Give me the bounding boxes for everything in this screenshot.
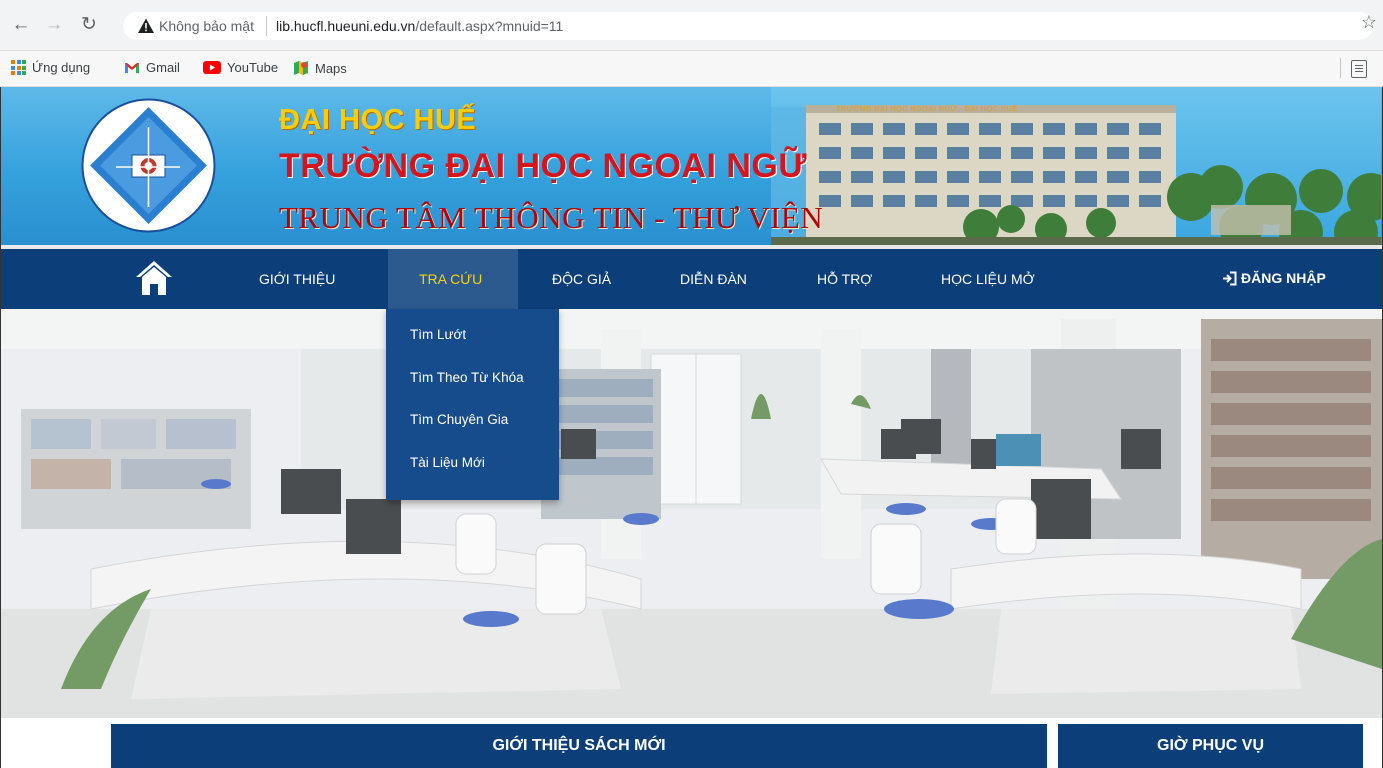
main-navigation: GIỚI THIỆU TRA CỨU ĐỘC GIẢ DIỄN ĐÀN HỖ T… [1,249,1382,309]
dropdown-item-tai-lieu-moi[interactable]: Tài Liệu Mới [410,455,485,470]
bookmark-label: Gmail [146,60,180,75]
tra-cuu-dropdown: Tìm Lướt Tìm Theo Từ Khóa Tìm Chuyên Gia… [386,309,559,500]
dropdown-item-tim-luot[interactable]: Tìm Lướt [410,327,466,342]
building-sign: TRƯỜNG ĐẠI HỌC NGOẠI NGỮ - ĐẠI HỌC HUẾ [836,104,1018,113]
header-line2: TRƯỜNG ĐẠI HỌC NGOẠI NGỮ [279,147,808,185]
back-icon[interactable]: ← [9,13,33,37]
url-host: lib.hucfl.hueuni.edu.vn [276,18,416,34]
bookmark-apps[interactable]: Ứng dụng [11,60,90,75]
reading-list-icon[interactable] [1351,60,1367,78]
header-banner: TRƯỜNG ĐẠI HỌC NGOẠI NGỮ - ĐẠI HỌC HUẾ Đ… [1,87,1382,245]
login-button[interactable]: ĐĂNG NHẬP [1222,270,1326,286]
nav-dien-dan[interactable]: DIỄN ĐÀN [680,271,747,287]
bookmark-label: Ứng dụng [32,60,91,75]
bookmark-star-icon[interactable]: ☆ [1361,12,1377,33]
login-label: ĐĂNG NHẬP [1241,270,1326,286]
bookmark-youtube[interactable]: YouTube [203,60,278,75]
header-line3: TRUNG TÂM THÔNG TIN - THƯ VIỆN [279,200,824,235]
gmail-icon [125,62,139,73]
dropdown-item-tim-chuyen-gia[interactable]: Tìm Chuyên Gia [410,412,508,427]
nav-doc-gia[interactable]: ĐỘC GIẢ [552,271,611,287]
header-line1: ĐẠI HỌC HUẾ [279,104,477,136]
library-photo [1,309,1382,718]
service-hours-header: GIỜ PHỤC VỤ [1058,724,1363,768]
new-books-header: GIỚI THIỆU SÁCH MỚI [111,724,1047,768]
bookmarks-bar: Ứng dụng Gmail YouTube Maps [0,51,1383,87]
nav-ho-tro[interactable]: HỖ TRỢ [817,271,872,287]
forward-icon[interactable]: → [42,13,66,37]
dropdown-item-tim-theo-tu-khoa[interactable]: Tìm Theo Từ Khóa [410,370,524,385]
maps-icon [294,61,308,75]
bookmark-gmail[interactable]: Gmail [124,60,180,75]
url-text[interactable]: lib.hucfl.hueuni.edu.vn/default.aspx?mnu… [276,18,563,34]
address-bar[interactable]: Không bảo mật lib.hucfl.hueuni.edu.vn/de… [123,12,1377,40]
nav-gioi-thieu[interactable]: GIỚI THIỆU [259,271,335,287]
library-hero-image [1,309,1382,718]
url-path: /default.aspx?mnuid=11 [415,18,564,34]
bookmark-maps[interactable]: Maps [293,60,347,76]
bookmark-label: YouTube [227,60,279,75]
nav-tra-cuu[interactable]: TRA CỨU [419,271,482,287]
bookmark-label: Maps [315,60,347,76]
university-logo[interactable] [80,97,217,234]
nav-hoc-lieu-mo[interactable]: HỌC LIỆU MỞ [941,271,1035,287]
security-label[interactable]: Không bảo mật [159,18,254,34]
home-icon[interactable] [134,258,174,298]
url-separator [266,16,267,36]
apps-icon [11,60,26,75]
warning-icon [138,18,154,33]
youtube-icon [203,61,221,74]
browser-toolbar: ← → ↻ Không bảo mật lib.hucfl.hueuni.edu… [0,0,1383,51]
login-icon [1223,271,1237,285]
bookmarks-separator [1340,58,1341,78]
web-page: TRƯỜNG ĐẠI HỌC NGOẠI NGỮ - ĐẠI HỌC HUẾ Đ… [0,87,1383,768]
reload-icon[interactable]: ↻ [77,13,101,37]
